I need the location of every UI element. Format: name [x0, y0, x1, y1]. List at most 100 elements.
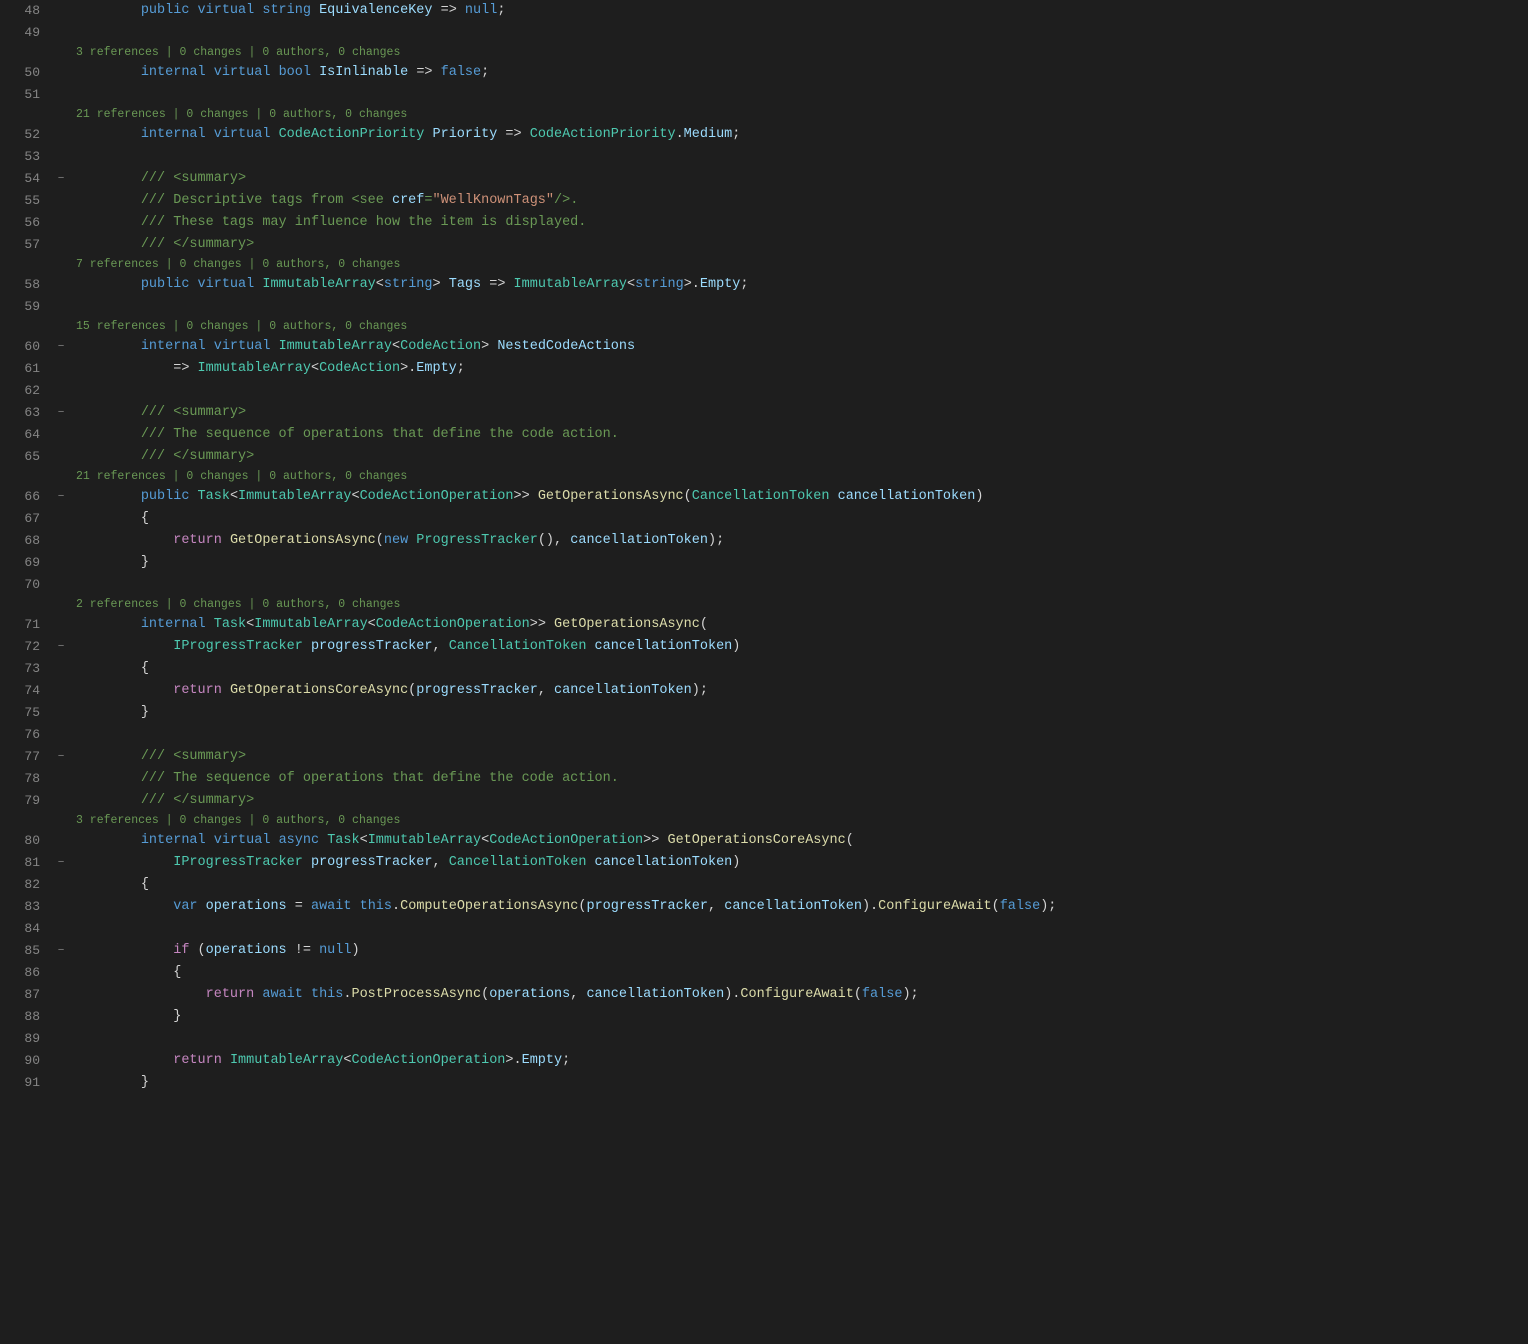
fold-63[interactable]: −	[52, 402, 70, 424]
code-line-50: 50 internal virtual bool IsInlinable => …	[0, 62, 1528, 84]
meta-line-60: 15 references | 0 changes | 0 authors, 0…	[0, 318, 1528, 336]
meta-text-71: 2 references | 0 changes | 0 authors, 0 …	[76, 596, 400, 614]
line-num-48: 48	[0, 0, 52, 22]
fold-72[interactable]: −	[52, 636, 70, 658]
fold-66[interactable]: −	[52, 486, 70, 508]
code-line-58: 58 public virtual ImmutableArray<string>…	[0, 274, 1528, 296]
code-line-51: 51	[0, 84, 1528, 106]
line-num-91: 91	[0, 1072, 52, 1094]
meta-line-66: 21 references | 0 changes | 0 authors, 0…	[0, 468, 1528, 486]
code-line-71: 71 internal Task<ImmutableArray<CodeActi…	[0, 614, 1528, 636]
code-line-66: 66 − public Task<ImmutableArray<CodeActi…	[0, 486, 1528, 508]
code-line-76: 76	[0, 724, 1528, 746]
meta-text-50: 3 references | 0 changes | 0 authors, 0 …	[76, 44, 400, 62]
line-num-59: 59	[0, 296, 52, 318]
meta-line-80: 3 references | 0 changes | 0 authors, 0 …	[0, 812, 1528, 830]
meta-line-52: 21 references | 0 changes | 0 authors, 0…	[0, 106, 1528, 124]
line-num-78: 78	[0, 768, 52, 790]
line-num-87: 87	[0, 984, 52, 1006]
meta-text-80: 3 references | 0 changes | 0 authors, 0 …	[76, 812, 400, 830]
meta-text-58: 7 references | 0 changes | 0 authors, 0 …	[76, 256, 400, 274]
code-line-54: 54 − /// <summary>	[0, 168, 1528, 190]
line-num-70: 70	[0, 574, 52, 596]
fold-77[interactable]: −	[52, 746, 70, 768]
code-83: var operations = await this.ComputeOpera…	[70, 896, 1528, 918]
code-line-64: 64 /// The sequence of operations that d…	[0, 424, 1528, 446]
fold-81[interactable]: −	[52, 852, 70, 874]
code-90: return ImmutableArray<CodeActionOperatio…	[70, 1050, 1528, 1072]
code-line-70: 70	[0, 574, 1528, 596]
code-line-56: 56 /// These tags may influence how the …	[0, 212, 1528, 234]
code-line-68: 68 return GetOperationsAsync(new Progres…	[0, 530, 1528, 552]
code-line-55: 55 /// Descriptive tags from <see cref="…	[0, 190, 1528, 212]
line-num-66: 66	[0, 486, 52, 508]
code-52: internal virtual CodeActionPriority Prio…	[70, 124, 1528, 146]
fold-54[interactable]: −	[52, 168, 70, 190]
line-num-54: 54	[0, 168, 52, 190]
code-48: public virtual string EquivalenceKey => …	[70, 0, 1528, 22]
code-line-60: 60 − internal virtual ImmutableArray<Cod…	[0, 336, 1528, 358]
code-line-86: 86 {	[0, 962, 1528, 984]
line-num-56: 56	[0, 212, 52, 234]
code-line-77: 77 − /// <summary>	[0, 746, 1528, 768]
code-line-53: 53	[0, 146, 1528, 168]
code-81: IProgressTracker progressTracker, Cancel…	[70, 852, 1528, 874]
line-num-55: 55	[0, 190, 52, 212]
line-num-81: 81	[0, 852, 52, 874]
code-72: IProgressTracker progressTracker, Cancel…	[70, 636, 1528, 658]
code-line-57: 57 /// </summary>	[0, 234, 1528, 256]
code-line-88: 88 }	[0, 1006, 1528, 1028]
code-86: {	[70, 962, 1528, 984]
code-63: /// <summary>	[70, 402, 1528, 424]
code-74: return GetOperationsCoreAsync(progressTr…	[70, 680, 1528, 702]
fold-85[interactable]: −	[52, 940, 70, 962]
code-line-90: 90 return ImmutableArray<CodeActionOpera…	[0, 1050, 1528, 1072]
code-54: /// <summary>	[70, 168, 1528, 190]
code-80: internal virtual async Task<ImmutableArr…	[70, 830, 1528, 852]
code-line-65: 65 /// </summary>	[0, 446, 1528, 468]
line-num-75: 75	[0, 702, 52, 724]
line-num-62: 62	[0, 380, 52, 402]
line-num-61: 61	[0, 358, 52, 380]
line-num-86: 86	[0, 962, 52, 984]
line-num-83: 83	[0, 896, 52, 918]
code-55: /// Descriptive tags from <see cref="Wel…	[70, 190, 1528, 212]
code-line-83: 83 var operations = await this.ComputeOp…	[0, 896, 1528, 918]
code-61: => ImmutableArray<CodeAction>.Empty;	[70, 358, 1528, 380]
line-num-63: 63	[0, 402, 52, 424]
meta-line-58: 7 references | 0 changes | 0 authors, 0 …	[0, 256, 1528, 274]
line-num-79: 79	[0, 790, 52, 812]
code-line-74: 74 return GetOperationsCoreAsync(progres…	[0, 680, 1528, 702]
line-num-89: 89	[0, 1028, 52, 1050]
line-num-57: 57	[0, 234, 52, 256]
fold-60[interactable]: −	[52, 336, 70, 358]
code-line-52: 52 internal virtual CodeActionPriority P…	[0, 124, 1528, 146]
code-79: /// </summary>	[70, 790, 1528, 812]
code-66: public Task<ImmutableArray<CodeActionOpe…	[70, 486, 1528, 508]
line-num-80: 80	[0, 830, 52, 852]
code-77: /// <summary>	[70, 746, 1528, 768]
code-line-62: 62	[0, 380, 1528, 402]
code-58: public virtual ImmutableArray<string> Ta…	[70, 274, 1528, 296]
code-line-89: 89	[0, 1028, 1528, 1050]
meta-text-60: 15 references | 0 changes | 0 authors, 0…	[76, 318, 407, 336]
line-num-67: 67	[0, 508, 52, 530]
code-line-69: 69 }	[0, 552, 1528, 574]
code-88: }	[70, 1006, 1528, 1028]
line-num-60: 60	[0, 336, 52, 358]
code-line-49: 49	[0, 22, 1528, 44]
code-line-87: 87 return await this.PostProcessAsync(op…	[0, 984, 1528, 1006]
line-num-69: 69	[0, 552, 52, 574]
code-50: internal virtual bool IsInlinable => fal…	[70, 62, 1528, 84]
line-num-88: 88	[0, 1006, 52, 1028]
code-line-75: 75 }	[0, 702, 1528, 724]
code-65: /// </summary>	[70, 446, 1528, 468]
code-line-59: 59	[0, 296, 1528, 318]
code-line-81: 81 − IProgressTracker progressTracker, C…	[0, 852, 1528, 874]
code-line-63: 63 − /// <summary>	[0, 402, 1528, 424]
line-num-49: 49	[0, 22, 52, 44]
line-num-84: 84	[0, 918, 52, 940]
code-73: {	[70, 658, 1528, 680]
code-82: {	[70, 874, 1528, 896]
line-num-85: 85	[0, 940, 52, 962]
